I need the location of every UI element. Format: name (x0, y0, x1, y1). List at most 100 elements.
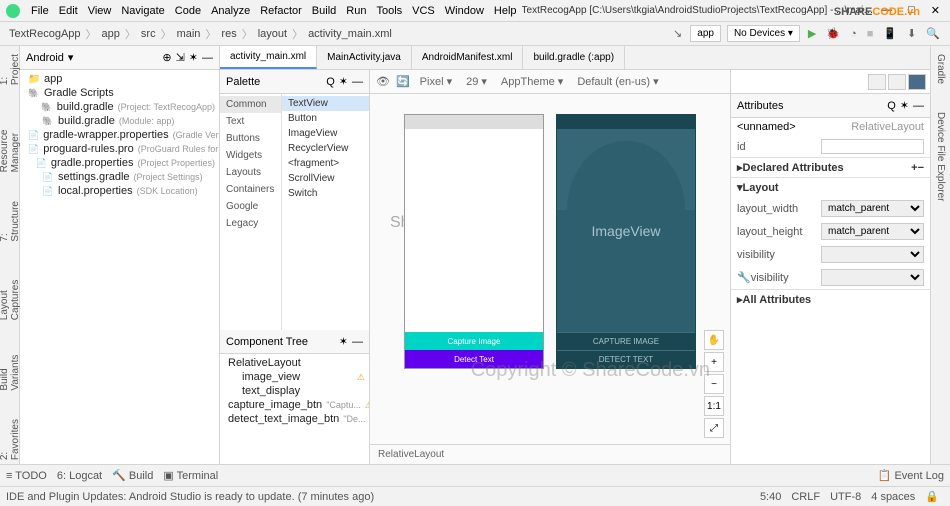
menu-file[interactable]: File (26, 5, 54, 17)
component-node[interactable]: image_view ⚠ (220, 370, 369, 384)
tab-resource-manager[interactable]: Resource Manager (0, 109, 23, 176)
device-selector[interactable]: No Devices ▾ (727, 25, 800, 42)
tool-todo[interactable]: ≡ TODO (6, 470, 47, 482)
crumb-2[interactable]: src (138, 28, 159, 40)
debug-icon[interactable]: 🐞 (822, 25, 844, 42)
component-node[interactable]: text_display (220, 384, 369, 398)
crumb-1[interactable]: app (99, 28, 123, 40)
tree-node[interactable]: Gradle Scripts (20, 86, 219, 100)
attr-visibility-select[interactable] (821, 246, 924, 263)
editor-tab[interactable]: build.gradle (:app) (523, 46, 625, 69)
status-eol[interactable]: CRLF (786, 491, 825, 503)
design-preview[interactable]: Capture Image Detect Text (404, 114, 544, 369)
palette-category[interactable]: Legacy (220, 215, 281, 232)
view-split-button[interactable] (888, 74, 906, 90)
tree-node[interactable]: gradle-wrapper.properties (Gradle Versio… (20, 128, 219, 142)
menu-run[interactable]: Run (341, 5, 371, 17)
palette-item[interactable]: TextView (282, 96, 369, 111)
tab-favorites[interactable]: 2: Favorites (0, 415, 23, 464)
palette-gear-icon[interactable]: ✶ (339, 75, 348, 88)
blueprint-content[interactable]: ImageView (557, 129, 695, 332)
avd-icon[interactable]: 📱 (879, 25, 901, 42)
tree-node[interactable]: app (20, 72, 219, 86)
sdk-icon[interactable]: ⬇ (903, 25, 920, 42)
menu-refactor[interactable]: Refactor (255, 5, 307, 17)
status-lock-icon[interactable]: 🔒 (920, 490, 944, 503)
preview-detect-button[interactable]: Detect Text (405, 350, 543, 368)
maximize-button[interactable]: □ (904, 4, 919, 17)
palette-hide-icon[interactable]: — (352, 76, 363, 88)
project-mode-selector[interactable]: Android (26, 52, 64, 64)
component-tree[interactable]: RelativeLayout image_view ⚠text_display … (220, 354, 369, 464)
status-encoding[interactable]: UTF-8 (825, 491, 866, 503)
tree-node[interactable]: local.properties (SDK Location) (20, 184, 219, 198)
tool-build[interactable]: 🔨 Build (112, 469, 153, 482)
device-type-selector[interactable]: Pixel ▾ (416, 74, 456, 89)
project-tree[interactable]: app Gradle Scripts build.gradle (Project… (20, 70, 219, 464)
palette-category[interactable]: Google (220, 198, 281, 215)
palette-item[interactable]: ScrollView (282, 171, 369, 186)
blueprint-preview[interactable]: ImageView CAPTURE IMAGE DETECT TEXT (556, 114, 696, 369)
preview-content[interactable] (405, 129, 543, 332)
attr-search-icon[interactable]: Q (887, 100, 896, 112)
tool-event-log[interactable]: 📋 Event Log (878, 469, 944, 482)
tab-gradle[interactable]: Gradle (933, 50, 948, 88)
stop-icon[interactable]: ■ (863, 26, 878, 42)
design-surface[interactable]: ShareCode.vn Capture Image Detect Text I… (370, 94, 730, 444)
editor-tab[interactable]: AndroidManifest.xml (412, 46, 524, 69)
crumb-0[interactable]: TextRecogApp (6, 28, 84, 40)
palette-item[interactable]: ImageView (282, 126, 369, 141)
editor-tab[interactable]: MainActivity.java (317, 46, 412, 69)
blueprint-detect-button[interactable]: DETECT TEXT (557, 350, 695, 368)
palette-category[interactable]: Buttons (220, 130, 281, 147)
view-code-button[interactable] (868, 74, 886, 90)
palette-item[interactable]: Button (282, 111, 369, 126)
close-button[interactable]: ✕ (927, 4, 944, 17)
project-settings-icon[interactable]: ⊕ (162, 51, 171, 64)
menu-analyze[interactable]: Analyze (206, 5, 255, 17)
tool-logcat[interactable]: 6: Logcat (57, 470, 102, 482)
attr-layout-width-select[interactable]: match_parent (821, 200, 924, 217)
component-tree-gear-icon[interactable]: ✶ (339, 335, 348, 348)
project-hide-icon[interactable]: — (202, 52, 213, 64)
palette-category[interactable]: Layouts (220, 164, 281, 181)
component-node[interactable]: RelativeLayout (220, 356, 369, 370)
sync-icon[interactable]: ↘ (669, 25, 686, 42)
palette-category[interactable]: Containers (220, 181, 281, 198)
menu-window[interactable]: Window (440, 5, 489, 17)
theme-selector[interactable]: AppTheme ▾ (497, 74, 567, 89)
palette-category[interactable]: Widgets (220, 147, 281, 164)
zoom-reset-button[interactable]: ⤢ (704, 418, 724, 438)
menu-view[interactable]: View (83, 5, 117, 17)
blueprint-capture-button[interactable]: CAPTURE IMAGE (557, 332, 695, 350)
profile-icon[interactable]: ◔ (846, 26, 861, 42)
palette-item[interactable]: Switch (282, 186, 369, 201)
design-eye-icon[interactable]: 👁 (376, 75, 390, 88)
view-design-button[interactable] (908, 74, 926, 90)
menu-build[interactable]: Build (307, 5, 341, 17)
project-collapse-icon[interactable]: ⇲ (176, 51, 185, 64)
component-node[interactable]: detect_text_image_btn "De...⚠ (220, 412, 369, 426)
menu-navigate[interactable]: Navigate (116, 5, 169, 17)
crumb-6[interactable]: activity_main.xml (305, 28, 395, 40)
design-orient-icon[interactable]: 🔄 (396, 75, 410, 88)
crumb-3[interactable]: main (174, 28, 204, 40)
palette-category[interactable]: Common (220, 96, 281, 113)
tree-node[interactable]: build.gradle (Project: TextRecogApp) (20, 100, 219, 114)
attr-tools-visibility-select[interactable] (821, 269, 924, 286)
attr-hide-icon[interactable]: — (913, 100, 924, 112)
attr-remove-icon[interactable]: − (918, 162, 924, 174)
search-icon[interactable]: 🔍 (922, 25, 944, 42)
minimize-button[interactable]: — (877, 4, 896, 17)
editor-tab[interactable]: activity_main.xml (220, 46, 317, 69)
run-icon[interactable]: ▶ (804, 25, 820, 42)
palette-search-icon[interactable]: Q (326, 76, 335, 88)
status-indent[interactable]: 4 spaces (866, 491, 920, 503)
attr-declared-section[interactable]: ▸ Declared Attributes+ − (731, 157, 930, 177)
attr-layout-height-select[interactable]: match_parent (821, 223, 924, 240)
zoom-out-button[interactable]: − (704, 374, 724, 394)
preview-capture-button[interactable]: Capture Image (405, 332, 543, 350)
attr-gear-icon[interactable]: ✶ (900, 99, 909, 112)
tree-node[interactable]: gradle.properties (Project Properties) (20, 156, 219, 170)
pan-button[interactable]: ✋ (704, 330, 724, 350)
